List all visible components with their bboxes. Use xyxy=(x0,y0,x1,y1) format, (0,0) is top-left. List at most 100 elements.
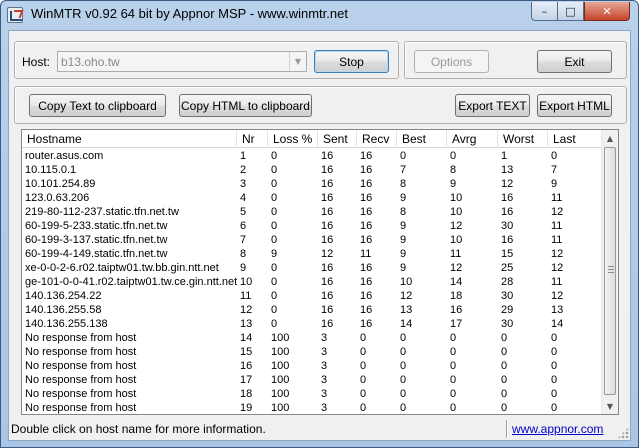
exit-button[interactable]: Exit xyxy=(537,50,612,73)
col-hostname[interactable]: Hostname xyxy=(22,130,237,148)
cell-avrg: 10 xyxy=(450,234,463,246)
table-row[interactable]: 60-199-3-137.static.tfn.net.tw 7 0 16 16 9 10 1… xyxy=(22,233,602,247)
table-row[interactable]: No response from host 14 100 3 0 0 0 0 0 xyxy=(22,331,602,345)
cell-sent: 16 xyxy=(321,178,334,190)
table-row[interactable]: No response from host 16 100 3 0 0 0 0 0 xyxy=(22,359,602,373)
table-row[interactable]: 219-80-112-237.static.tfn.net.tw 5 0 16 16 8 1… xyxy=(22,205,602,219)
table-row[interactable]: No response from host 19 100 3 0 0 0 0 0 xyxy=(22,401,602,414)
cell-hostname[interactable]: 10.115.0.1 xyxy=(22,163,237,177)
chevron-down-icon[interactable]: ▼ xyxy=(289,52,306,71)
cell-loss: 100 xyxy=(271,332,290,344)
cell-best: 0 xyxy=(400,150,407,162)
cell-nr: 5 xyxy=(240,206,247,218)
stop-button[interactable]: Stop xyxy=(314,50,389,73)
cell-hostname[interactable]: 60-199-5-233.static.tfn.net.tw xyxy=(22,219,237,233)
table-row[interactable]: 60-199-4-149.static.tfn.net.tw 8 9 12 11 9 11 1… xyxy=(22,247,602,261)
trace-list[interactable]: Hostname Nr Loss % Sent Recv Best Avrg W… xyxy=(21,129,619,415)
options-button[interactable]: Options xyxy=(414,50,489,73)
table-row[interactable]: 10.101.254.89 3 0 16 16 8 9 12 9 xyxy=(22,177,602,191)
cell-last: 12 xyxy=(551,248,564,260)
cell-last: 7 xyxy=(551,164,558,176)
scroll-up-icon[interactable]: ▲ xyxy=(602,130,618,146)
host-combobox[interactable]: b13.oho.tw ▼ xyxy=(57,51,307,72)
col-avrg[interactable]: Avrg xyxy=(447,130,498,148)
table-row[interactable]: 60-199-5-233.static.tfn.net.tw 6 0 16 16 9 12 3… xyxy=(22,219,602,233)
cell-hostname[interactable]: No response from host xyxy=(22,345,237,359)
cell-worst: 0 xyxy=(501,332,508,344)
cell-worst: 25 xyxy=(501,262,514,274)
cell-hostname[interactable]: 140.136.255.138 xyxy=(22,317,237,331)
cell-best: 8 xyxy=(400,206,407,218)
appnor-link[interactable]: www.appnor.com xyxy=(512,422,603,436)
cell-loss: 100 xyxy=(271,374,290,386)
cell-sent: 12 xyxy=(321,248,334,260)
export-text-button[interactable]: Export TEXT xyxy=(455,94,530,117)
cell-nr: 1 xyxy=(240,150,247,162)
table-row[interactable]: No response from host 18 100 3 0 0 0 0 0 xyxy=(22,387,602,401)
cell-recv: 16 xyxy=(360,220,373,232)
cell-hostname[interactable]: xe-0-0-2-6.r02.taiptw01.tw.bb.gin.ntt.ne… xyxy=(22,261,237,275)
cell-loss: 0 xyxy=(271,164,278,176)
cell-hostname[interactable]: 60-199-4-149.static.tfn.net.tw xyxy=(22,247,237,261)
table-row[interactable]: No response from host 17 100 3 0 0 0 0 0 xyxy=(22,373,602,387)
cell-sent: 16 xyxy=(321,220,334,232)
col-worst[interactable]: Worst xyxy=(498,130,548,148)
cell-recv: 0 xyxy=(360,388,367,400)
cell-nr: 3 xyxy=(240,178,247,190)
cell-avrg: 16 xyxy=(450,304,463,316)
cell-hostname[interactable]: 10.101.254.89 xyxy=(22,177,237,191)
table-row[interactable]: 140.136.255.58 12 0 16 16 13 16 29 13 xyxy=(22,303,602,317)
cell-hostname[interactable]: 140.136.254.22 xyxy=(22,289,237,303)
cell-hostname[interactable]: ge-101-0-0-41.r02.taiptw01.tw.ce.gin.ntt… xyxy=(22,275,237,289)
cell-hostname[interactable]: 219-80-112-237.static.tfn.net.tw xyxy=(22,205,237,219)
cell-hostname[interactable]: 140.136.255.58 xyxy=(22,303,237,317)
close-button[interactable]: ✕ xyxy=(584,2,630,21)
cell-hostname[interactable]: No response from host xyxy=(22,373,237,387)
cell-nr: 16 xyxy=(240,360,253,372)
cell-best: 0 xyxy=(400,346,407,358)
cell-hostname[interactable]: No response from host xyxy=(22,387,237,401)
resize-grip-icon[interactable] xyxy=(617,427,629,439)
table-row[interactable]: 123.0.63.206 4 0 16 16 9 10 16 11 xyxy=(22,191,602,205)
table-row[interactable]: router.asus.com 1 0 16 16 0 0 1 0 xyxy=(22,149,602,163)
copy-html-button[interactable]: Copy HTML to clipboard xyxy=(179,94,312,117)
table-row[interactable]: ge-101-0-0-41.r02.taiptw01.tw.ce.gin.ntt… xyxy=(22,275,602,289)
cell-hostname[interactable]: No response from host xyxy=(22,401,237,414)
col-nr[interactable]: Nr xyxy=(237,130,268,148)
table-row[interactable]: No response from host 15 100 3 0 0 0 0 0 xyxy=(22,345,602,359)
cell-hostname[interactable]: 60-199-3-137.static.tfn.net.tw xyxy=(22,233,237,247)
cell-hostname[interactable]: router.asus.com xyxy=(22,149,237,163)
cell-loss: 0 xyxy=(271,206,278,218)
list-rows: router.asus.com 1 0 16 16 0 0 1 0 10.115.0.1 2 0 16 1… xyxy=(22,149,602,414)
col-sent[interactable]: Sent xyxy=(318,130,357,148)
cell-sent: 3 xyxy=(321,360,328,372)
col-last[interactable]: Last xyxy=(548,130,602,148)
vertical-scrollbar[interactable]: ▲ ▼ xyxy=(601,130,618,414)
cell-loss: 100 xyxy=(271,402,290,414)
host-value: b13.oho.tw xyxy=(61,55,120,69)
export-html-button[interactable]: Export HTML xyxy=(537,94,612,117)
copy-text-button[interactable]: Copy Text to clipboard xyxy=(29,94,166,117)
minimize-button[interactable]: – xyxy=(531,2,558,21)
col-recv[interactable]: Recv xyxy=(357,130,397,148)
cell-recv: 16 xyxy=(360,192,373,204)
cell-best: 10 xyxy=(400,276,413,288)
table-row[interactable]: 140.136.254.22 11 0 16 16 12 18 30 12 xyxy=(22,289,602,303)
cell-nr: 8 xyxy=(240,248,247,260)
cell-recv: 16 xyxy=(360,178,373,190)
cell-last: 12 xyxy=(551,262,564,274)
cell-hostname[interactable]: 123.0.63.206 xyxy=(22,191,237,205)
cell-hostname[interactable]: No response from host xyxy=(22,331,237,345)
scroll-down-icon[interactable]: ▼ xyxy=(602,398,618,414)
col-best[interactable]: Best xyxy=(397,130,447,148)
cell-best: 0 xyxy=(400,388,407,400)
cell-hostname[interactable]: No response from host xyxy=(22,359,237,373)
table-row[interactable]: 10.115.0.1 2 0 16 16 7 8 13 7 xyxy=(22,163,602,177)
table-row[interactable]: 140.136.255.138 13 0 16 16 14 17 30 14 xyxy=(22,317,602,331)
table-row[interactable]: xe-0-0-2-6.r02.taiptw01.tw.bb.gin.ntt.ne… xyxy=(22,261,602,275)
scroll-thumb[interactable] xyxy=(604,147,616,395)
cell-sent: 3 xyxy=(321,346,328,358)
maximize-button[interactable]: □ xyxy=(557,2,584,21)
col-loss[interactable]: Loss % xyxy=(268,130,318,148)
title-bar[interactable]: WinMTR v0.92 64 bit by Appnor MSP - www.… xyxy=(1,1,638,29)
